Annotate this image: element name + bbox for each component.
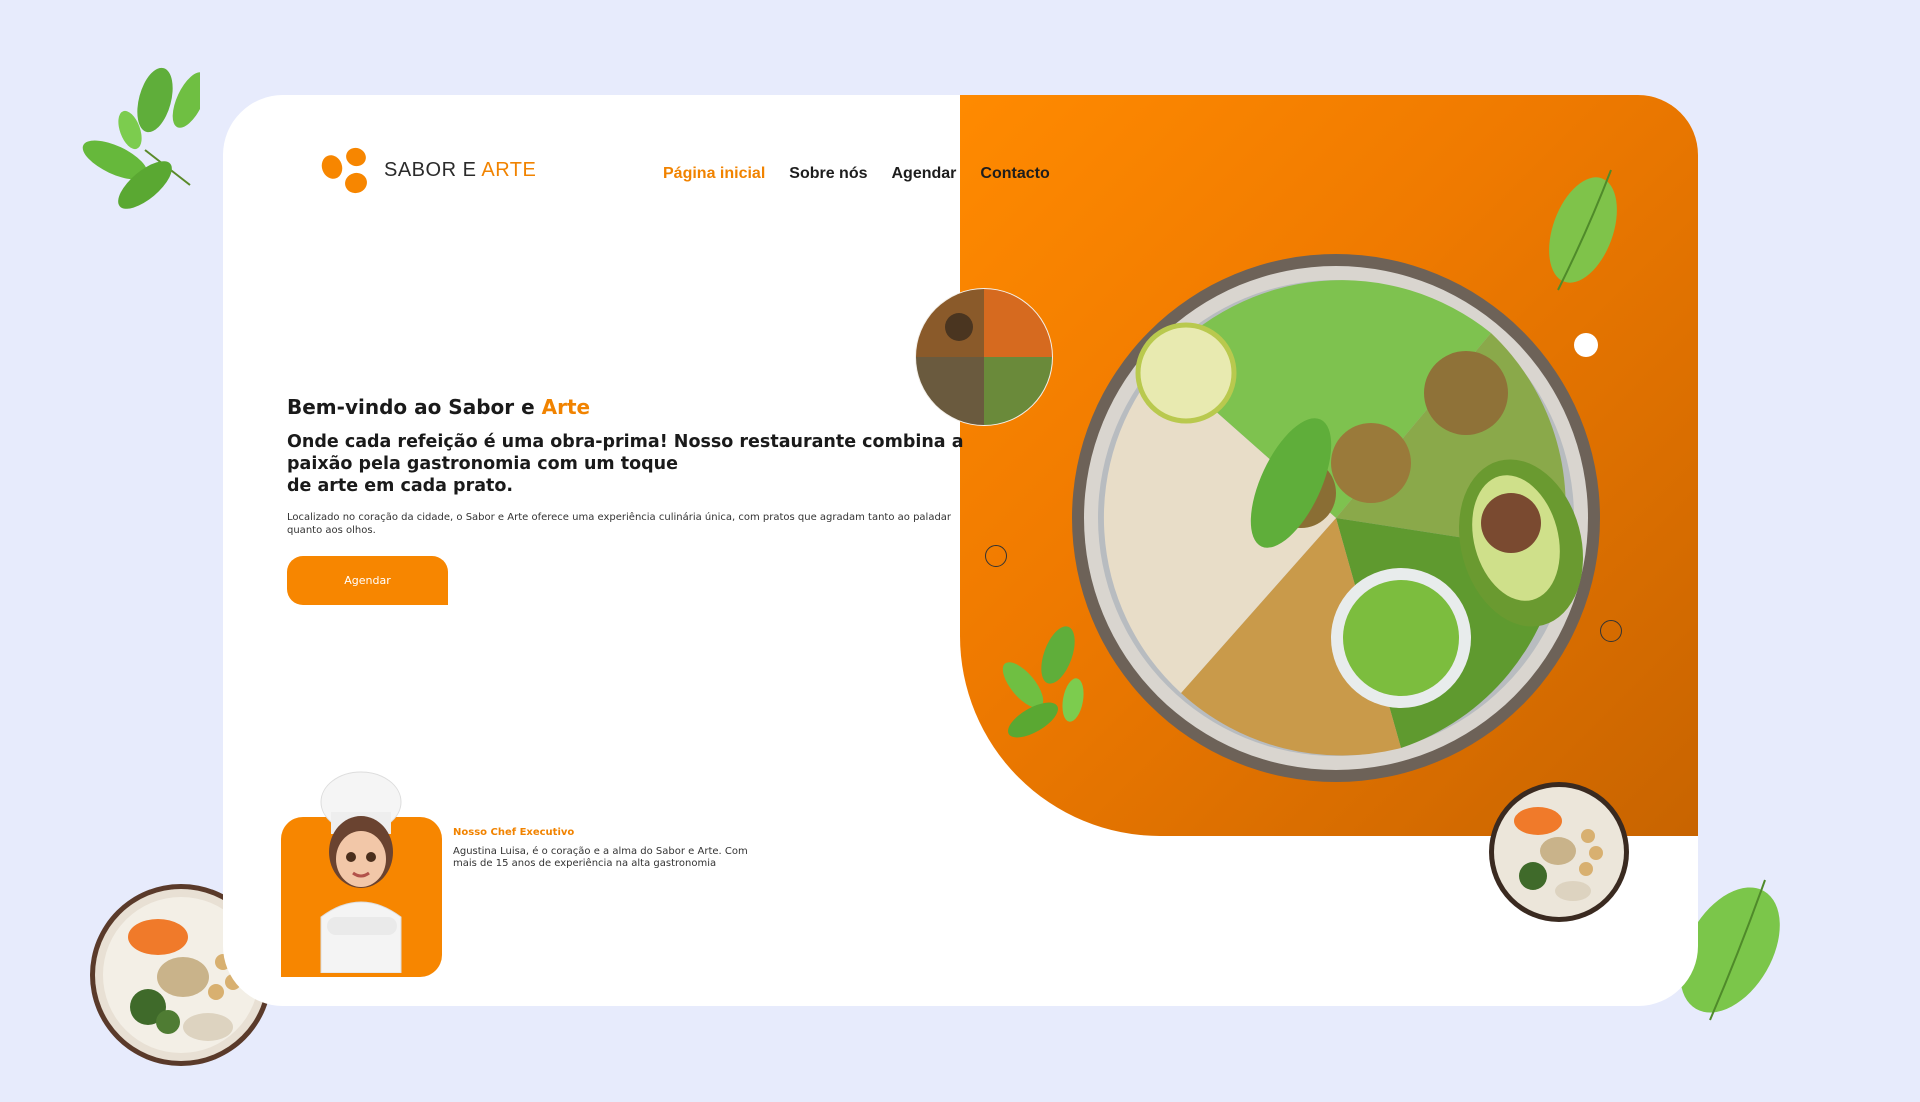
hero-subtitle: Onde cada refeição é uma obra-prima! Nos… [287,431,967,497]
hero-title-part1: Bem-vindo ao Sabor e [287,395,542,419]
leaf-cluster-panel [1002,626,1084,738]
brand-name: SABOR E ARTE [384,159,536,182]
brand-name-part1: SABOR E [384,158,482,181]
hero-title: Bem-vindo ao Sabor e Arte [287,395,967,419]
leaf-cluster-top-left [82,67,200,209]
food-bowl-small-bottom-right [1489,782,1629,922]
hero-subtitle-line2: paixão pela gastronomia com um toque [287,454,678,474]
schedule-button[interactable]: Agendar [287,556,448,605]
brand-name-part2: ARTE [481,158,537,181]
hero-subtitle-line3: de arte em cada prato. [287,476,514,496]
hero-description: Localizado no coração da cidade, o Sabor… [287,512,952,536]
hero-title-part2: Arte [541,395,591,419]
hero-subtitle-line1: Onde cada refeição é uma obra-prima! Nos… [287,432,964,452]
decor-ring-1 [985,545,1007,567]
nav-link-about[interactable]: Sobre nós [789,165,867,183]
chef-avatar [320,771,402,973]
logo[interactable]: SABOR E ARTE [320,145,536,195]
nav-link-schedule[interactable]: Agendar [892,165,957,183]
decor-ring-2 [1600,620,1622,642]
hero-section: Bem-vindo ao Sabor e Arte Onde cada refe… [287,395,967,537]
main-nav: Página inicial Sobre nós Agendar Contact… [663,165,1050,183]
nav-link-contact[interactable]: Contacto [980,165,1049,183]
leaf-top-right [1549,169,1617,291]
nav-link-home[interactable]: Página inicial [663,165,765,183]
chef-description: Agustina Luisa, é o coração e a alma do … [453,846,748,869]
chef-title: Nosso Chef Executivo [453,827,575,838]
food-bowl-main-image [1072,254,1600,782]
chef-info: Nosso Chef Executivo Agustina Luisa, é o… [453,827,753,870]
main-card: SABOR E ARTE Página inicial Sobre nós Ag… [223,95,1698,1006]
food-bowl-small-top [915,288,1053,426]
logo-icon [321,147,367,194]
